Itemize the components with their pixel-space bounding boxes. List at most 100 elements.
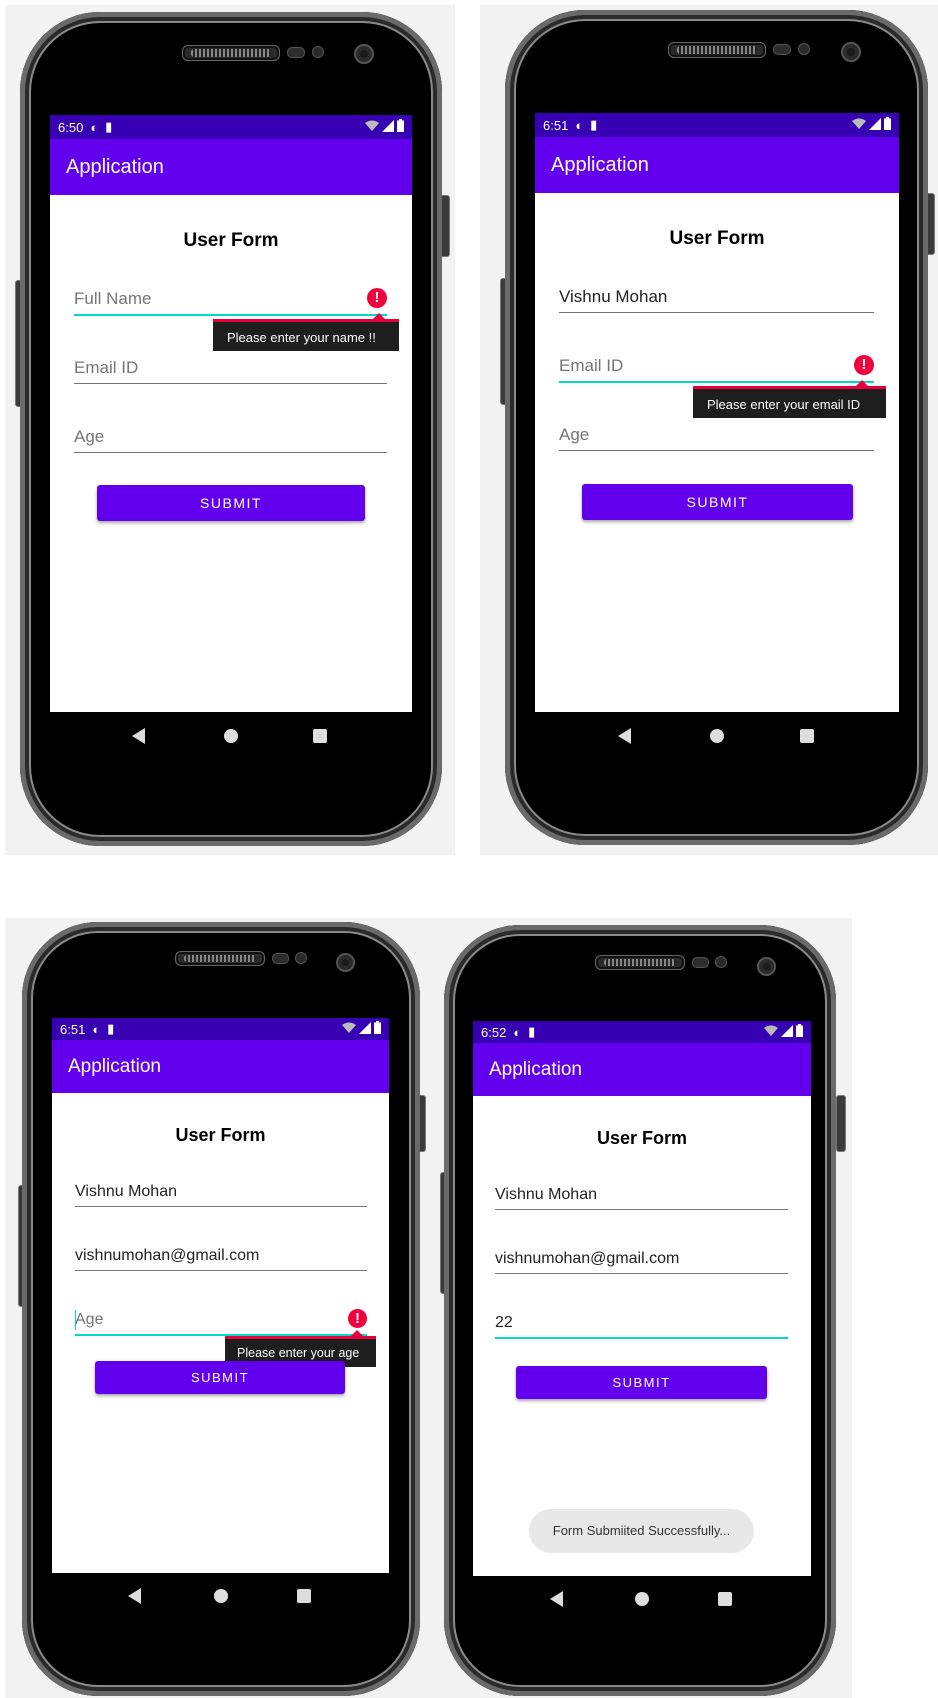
- form-title: User Form: [183, 230, 279, 251]
- recents-nav-icon[interactable]: [718, 1592, 732, 1606]
- status-time: 6:51: [60, 1021, 86, 1037]
- front-camera: [841, 42, 861, 62]
- home-nav-icon[interactable]: [224, 729, 238, 743]
- front-camera: [336, 953, 355, 972]
- sync-icon: ◐: [513, 1024, 522, 1040]
- submit-button[interactable]: SUBMIT: [97, 485, 365, 521]
- status-bar: 6:52 ◐ ▮: [473, 1021, 811, 1043]
- email-hint: Email ID: [559, 356, 624, 375]
- full-name-value: Vishnu Mohan: [559, 287, 668, 306]
- age-error-text: Please enter your age: [237, 1346, 360, 1360]
- back-nav-icon[interactable]: [128, 1588, 141, 1604]
- email-value: vishnumohan@gmail.com: [75, 1247, 260, 1264]
- email-error-text: Please enter your email ID: [707, 397, 861, 412]
- earpiece-speaker: [182, 45, 280, 61]
- age-hint: Age: [559, 425, 590, 444]
- earpiece-speaker: [595, 955, 685, 970]
- name-error-text: Please enter your name !!: [227, 330, 376, 345]
- wifi-icon: [365, 120, 379, 131]
- form-title: User Form: [596, 1128, 688, 1148]
- status-time: 6:51: [543, 117, 569, 133]
- app-bar: Application: [473, 1043, 811, 1096]
- proximity-sensor: [272, 953, 289, 964]
- back-nav-icon[interactable]: [132, 728, 145, 744]
- home-nav-icon[interactable]: [635, 1592, 649, 1606]
- full-name-value: Vishnu Mohan: [75, 1183, 177, 1200]
- navigation-bar: [473, 1576, 811, 1621]
- email-field[interactable]: vishnumohan@gmail.com: [75, 1236, 367, 1271]
- status-bar: 6:51 ◐ ▮: [52, 1018, 389, 1040]
- proximity-sensor: [692, 957, 709, 968]
- front-camera: [757, 957, 776, 976]
- proximity-sensor: [773, 44, 791, 55]
- age-field[interactable]: Age: [74, 418, 387, 453]
- email-field[interactable]: Email ID !: [559, 347, 874, 383]
- email-hint: Email ID: [74, 358, 139, 377]
- success-toast: Form Submiited Successfully...: [529, 1509, 754, 1553]
- sd-card-icon: ▮: [107, 1021, 115, 1036]
- age-field[interactable]: 22: [495, 1303, 788, 1339]
- proximity-sensor: [287, 47, 305, 58]
- age-hint: Age: [74, 427, 105, 446]
- full-name-hint: Full Name: [74, 289, 152, 308]
- light-sensor: [715, 956, 727, 968]
- submit-button[interactable]: SUBMIT: [516, 1366, 767, 1399]
- full-name-field[interactable]: Vishnu Mohan: [75, 1172, 367, 1207]
- screen: 6:51 ◐ ▮ Application User Form Vishnu Mo…: [535, 113, 899, 760]
- full-name-field[interactable]: Vishnu Mohan: [495, 1175, 788, 1210]
- sd-card-icon: ▮: [105, 119, 113, 134]
- screen: 6:51 ◐ ▮ Application User Form Vishnu Mo…: [52, 1018, 389, 1618]
- age-field[interactable]: Age: [559, 416, 874, 451]
- signal-icon: [869, 117, 881, 130]
- recents-nav-icon[interactable]: [313, 729, 327, 743]
- status-time: 6:50: [58, 119, 84, 135]
- age-hint: Age: [75, 1311, 104, 1328]
- full-name-field[interactable]: Vishnu Mohan: [559, 278, 874, 313]
- submit-button[interactable]: SUBMIT: [582, 484, 853, 520]
- app-bar: Application: [50, 139, 412, 195]
- full-name-field[interactable]: Full Name !: [74, 280, 387, 316]
- status-time: 6:52: [481, 1024, 507, 1040]
- home-nav-icon[interactable]: [214, 1589, 228, 1603]
- sd-card-icon: ▮: [590, 117, 598, 132]
- form-title: User Form: [175, 1125, 266, 1145]
- name-error-tooltip: Please enter your name !!: [213, 313, 399, 351]
- light-sensor: [798, 43, 810, 55]
- status-bar: 6:51 ◐ ▮: [535, 113, 899, 137]
- earpiece-speaker: [668, 42, 766, 58]
- back-nav-icon[interactable]: [550, 1591, 563, 1607]
- battery-icon: [374, 1021, 381, 1034]
- app-title: Application: [68, 1055, 161, 1077]
- status-bar: 6:50 ◐ ▮: [50, 115, 412, 139]
- navigation-bar: [52, 1573, 389, 1618]
- error-icon: !: [854, 355, 874, 375]
- battery-icon: [796, 1024, 803, 1037]
- light-sensor: [295, 952, 307, 964]
- full-name-value: Vishnu Mohan: [495, 1186, 597, 1203]
- battery-icon: [397, 119, 404, 132]
- age-value: 22: [495, 1314, 513, 1331]
- signal-icon: [359, 1021, 371, 1034]
- email-error-tooltip: Please enter your email ID: [693, 380, 886, 418]
- sync-icon: ◐: [92, 1021, 101, 1037]
- form-title: User Form: [669, 228, 765, 249]
- home-nav-icon[interactable]: [710, 729, 724, 743]
- signal-icon: [382, 119, 394, 132]
- email-field[interactable]: Email ID: [74, 349, 387, 384]
- sync-icon: ◐: [90, 119, 99, 135]
- submit-button[interactable]: SUBMIT: [95, 1361, 345, 1394]
- wifi-icon: [342, 1022, 356, 1033]
- navigation-bar: [535, 712, 899, 760]
- app-title: Application: [489, 1058, 582, 1080]
- signal-icon: [781, 1024, 793, 1037]
- sd-card-icon: ▮: [528, 1024, 536, 1039]
- recents-nav-icon[interactable]: [800, 729, 814, 743]
- back-nav-icon[interactable]: [618, 728, 631, 744]
- light-sensor: [312, 46, 324, 58]
- error-icon: !: [348, 1309, 367, 1328]
- email-field[interactable]: vishnumohan@gmail.com: [495, 1239, 788, 1274]
- age-field[interactable]: Age !: [75, 1300, 367, 1336]
- recents-nav-icon[interactable]: [297, 1589, 311, 1603]
- error-icon: !: [367, 288, 387, 308]
- app-title: Application: [66, 155, 164, 178]
